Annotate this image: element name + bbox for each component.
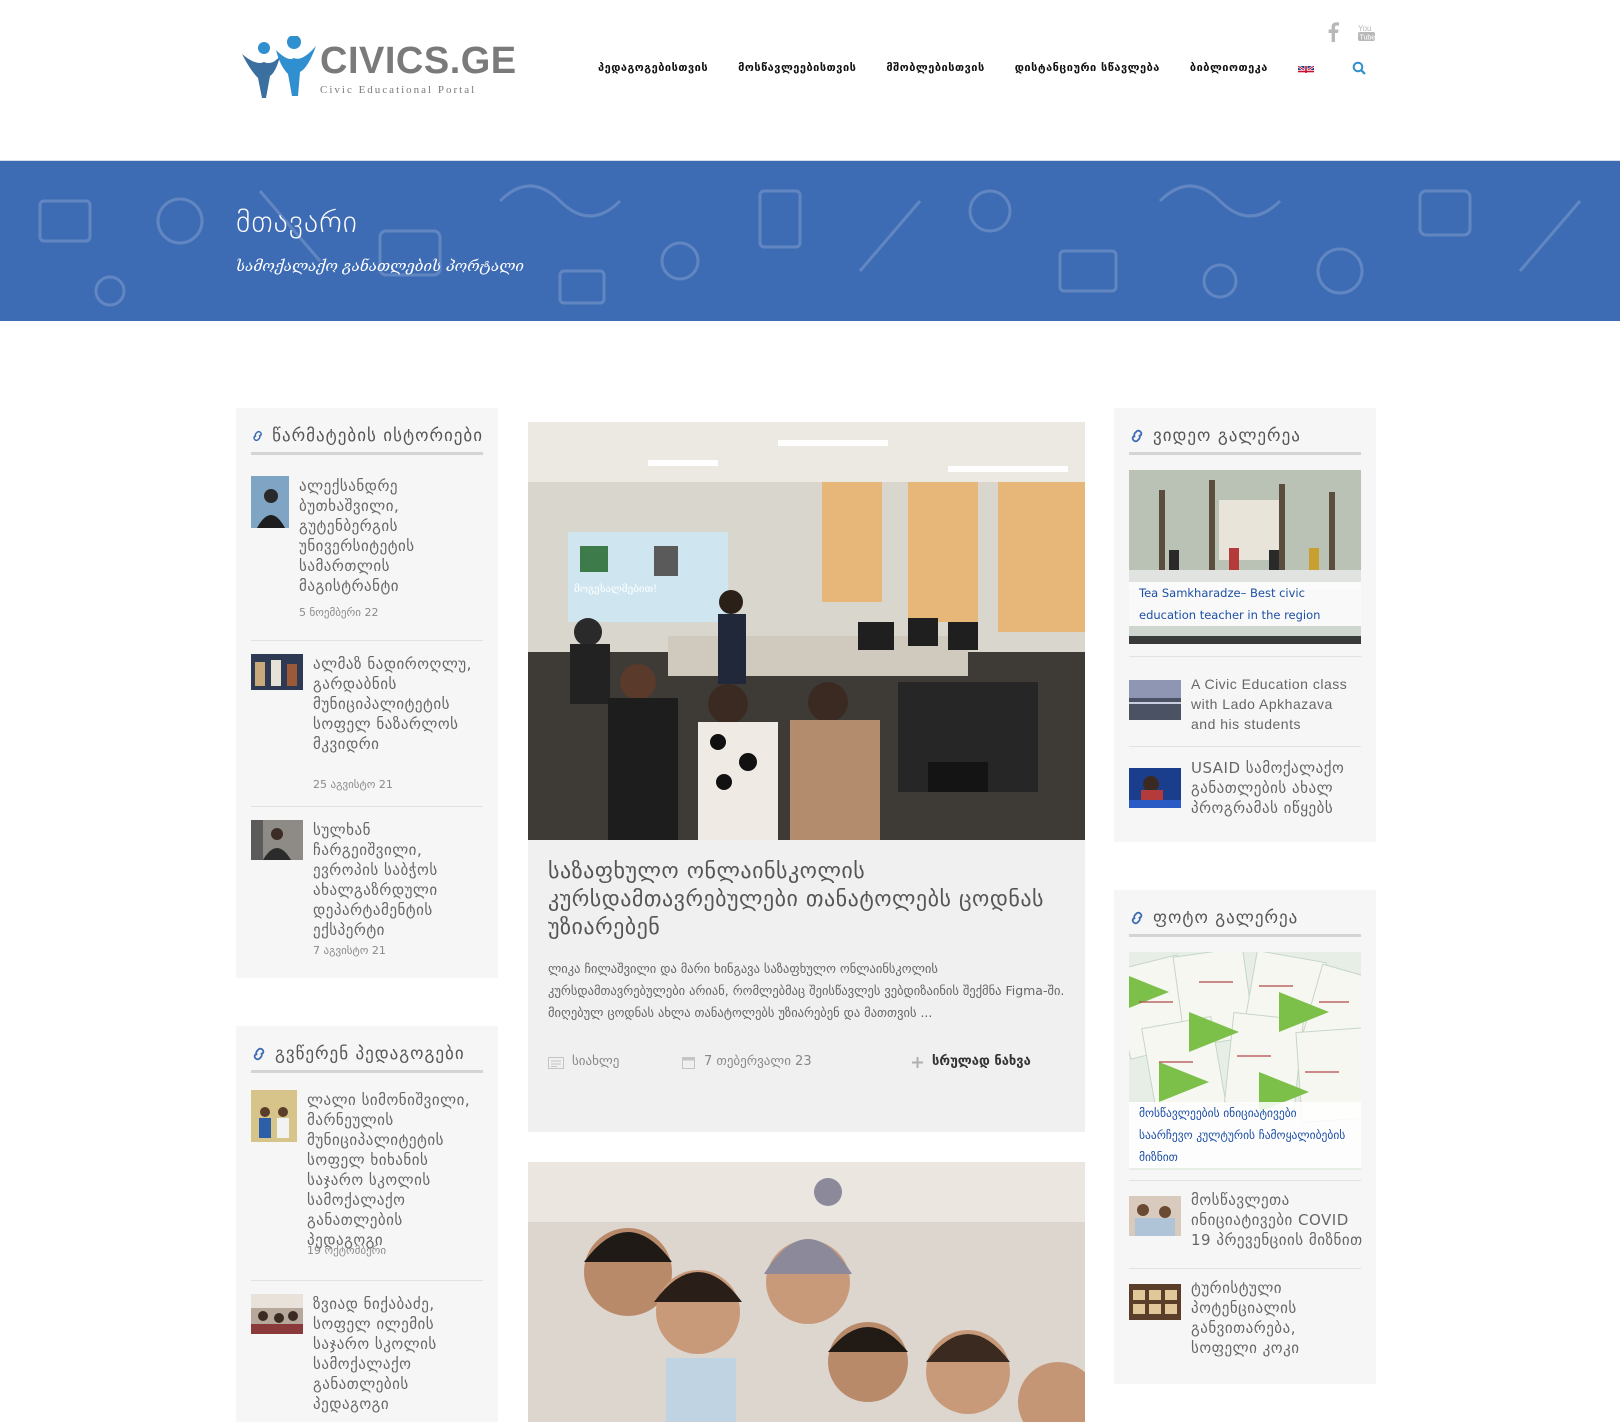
thumbnail-image[interactable] <box>1129 768 1181 808</box>
item-date: 5 ნოემბერი 22 <box>299 606 379 619</box>
youtube-icon[interactable]: You Tube <box>1358 22 1376 46</box>
nav-library[interactable]: ბიბლიოთეკა <box>1190 61 1268 74</box>
list-item[interactable]: USAID სამოქალაქო განათლების ახალ პროგრამ… <box>1129 758 1361 828</box>
divider <box>1129 656 1361 657</box>
divider <box>251 806 483 807</box>
item-title[interactable]: ლალი სიმონიშვილი, მარნეულის მუნიციპალიტე… <box>307 1090 482 1250</box>
read-more-link[interactable]: სრულად ნახვა <box>932 1054 1031 1069</box>
nav-students[interactable]: მოსწავლეებისთვის <box>738 61 856 74</box>
logo-title: CIVICS.GE <box>320 40 517 82</box>
logo-subtitle: Civic Educational Portal <box>320 84 477 96</box>
featured-video[interactable]: Tea Samkharadze– Best civic education te… <box>1129 470 1361 644</box>
divider <box>1129 1180 1361 1181</box>
thumbnail-image[interactable] <box>251 654 303 690</box>
video-gallery-widget: ვიდეო გალერეა Tea Samkharadze– Best civi… <box>1114 408 1376 842</box>
divider <box>1129 1268 1361 1269</box>
list-item[interactable]: A Civic Education class with Lado Apkhaz… <box>1129 668 1361 744</box>
facebook-icon[interactable] <box>1326 22 1340 46</box>
list-item[interactable]: სულხან ჩარგეიშვილი, ევროპის საბჭოს ახალგ… <box>251 820 483 960</box>
page-title: მთავარი <box>236 205 358 240</box>
article-excerpt: ლიკა ჩილაშვილი და მარი ხინგავა საზაფხულო… <box>548 961 1065 1020</box>
site-logo[interactable]: CIVICS.GE Civic Educational Portal <box>236 35 516 100</box>
article-title[interactable]: საზაფხულო ონლაინსკოლის კურსდამთავრებულებ… <box>548 858 1068 942</box>
main-nav: პედაგოგებისთვის მოსწავლეებისთვის მშობლებ… <box>598 60 1366 75</box>
list-item[interactable]: ლალი სიმონიშვილი, მარნეულის მუნიციპალიტე… <box>251 1090 483 1260</box>
item-title[interactable]: USAID სამოქალაქო განათლების ახალ პროგრამ… <box>1191 758 1361 818</box>
thumbnail-image[interactable] <box>251 1294 303 1334</box>
page-banner: მთავარი სამოქალაქო განათლების პორტალი <box>0 160 1620 321</box>
photo-gallery-widget: ფოტო გალერეა მოსწავლეების ინიციატივები ს… <box>1114 890 1376 1384</box>
widget-title: ფოტო გალერეა <box>1153 908 1299 928</box>
logo-figures-icon <box>242 35 316 98</box>
article-meta: სიახლე 7 თებერვალი 23 სრულად ნახვა <box>548 1052 1068 1076</box>
item-date: 25 აგვისტო 21 <box>313 778 393 791</box>
plus-icon <box>912 1057 923 1068</box>
projected-slide-text: მოგესალმებით! <box>574 584 657 595</box>
widget-title: წარმატების ისტორიები <box>272 426 483 446</box>
link-icon <box>253 430 262 442</box>
list-item[interactable]: ტურისტული პოტენციალის განვითარება, სოფელ… <box>1129 1278 1361 1368</box>
article-card: მოგესალმებით! საზაფხულო ონლაინსკოლის კურ… <box>528 422 1085 1132</box>
thumbnail-image[interactable] <box>251 820 303 860</box>
teachers-write-widget: გვწერენ პედაგოგები ლალი სიმონიშვილი, მარ… <box>236 1026 498 1422</box>
item-title[interactable]: ალმაზ ნადიროღლუ, გარდაბნის მუნიციპალიტეტ… <box>313 654 473 754</box>
article-card-2-image[interactable] <box>528 1162 1085 1422</box>
item-date: 19 ოქტომბერი <box>307 1244 387 1257</box>
thumbnail-image[interactable] <box>1129 1284 1181 1320</box>
item-date: 7 აგვისტო 21 <box>313 944 386 957</box>
article-category[interactable]: სიახლე <box>572 1054 619 1069</box>
success-stories-widget: წარმატების ისტორიები ალექსანდრე ბუთხაშვი… <box>236 408 498 978</box>
item-title[interactable]: ალექსანდრე ბუთხაშვილი, გუტენბერგის უნივე… <box>299 476 429 596</box>
list-item[interactable]: ალმაზ ნადიროღლუ, გარდაბნის მუნიციპალიტეტ… <box>251 654 483 794</box>
link-icon <box>1131 429 1143 443</box>
nav-teachers[interactable]: პედაგოგებისთვის <box>598 61 708 74</box>
thumbnail-image[interactable] <box>251 1090 297 1142</box>
widget-title: გვწერენ პედაგოგები <box>275 1044 465 1064</box>
item-title[interactable]: ტურისტული პოტენციალის განვითარება, სოფელ… <box>1191 1278 1366 1358</box>
link-icon <box>253 1047 265 1061</box>
item-title[interactable]: მოსწავლეთა ინიციატივები COVID 19 პრევენც… <box>1191 1190 1366 1250</box>
school-doodle-pattern <box>38 184 1582 307</box>
list-item[interactable]: მოსწავლეთა ინიციატივები COVID 19 პრევენც… <box>1129 1190 1362 1266</box>
calendar-icon <box>682 1057 695 1069</box>
divider <box>251 1280 483 1281</box>
featured-video-caption[interactable]: Tea Samkharadze– Best civic education te… <box>1129 582 1361 626</box>
widget-title: ვიდეო გალერეა <box>1153 426 1301 446</box>
site-header: CIVICS.GE Civic Educational Portal You Tu… <box>0 0 1620 160</box>
page-subtitle: სამოქალაქო განათლების პორტალი <box>236 257 524 275</box>
svg-text:You: You <box>1358 24 1372 33</box>
widget-header: წარმატების ისტორიები <box>251 420 483 455</box>
widget-header: გვწერენ პედაგოგები <box>251 1038 483 1073</box>
article-date: 7 თებერვალი 23 <box>704 1054 812 1069</box>
uk-flag-icon[interactable] <box>1297 62 1314 73</box>
featured-photo[interactable]: მოსწავლეების ინიციატივები საარჩევო კულტუ… <box>1129 952 1361 1170</box>
thumbnail-image[interactable] <box>1129 680 1181 720</box>
divider <box>1129 746 1361 747</box>
divider <box>251 640 483 641</box>
newspaper-icon <box>548 1057 564 1069</box>
nav-parents[interactable]: მშობლებისთვის <box>886 61 984 74</box>
widget-header: ფოტო გალერეა <box>1129 902 1361 937</box>
list-item[interactable]: ზვიად ნიქაბაძე, სოფელ ილემის საჯარო სკოლ… <box>251 1294 483 1422</box>
list-item[interactable]: ალექსანდრე ბუთხაშვილი, გუტენბერგის უნივე… <box>251 476 483 626</box>
thumbnail-image[interactable] <box>251 476 289 528</box>
widget-header: ვიდეო გალერეა <box>1129 420 1361 455</box>
search-icon[interactable] <box>1352 60 1366 75</box>
article-image[interactable]: მოგესალმებით! <box>528 422 1085 840</box>
thumbnail-image[interactable] <box>1129 1196 1181 1236</box>
item-title[interactable]: A Civic Education class with Lado Apkhaz… <box>1191 674 1361 734</box>
svg-text:Tube: Tube <box>1360 35 1376 42</box>
link-icon <box>1131 911 1143 925</box>
nav-distance-learning[interactable]: დისტანციური სწავლება <box>1015 61 1160 74</box>
item-title[interactable]: ზვიად ნიქაბაძე, სოფელ ილემის საჯარო სკოლ… <box>313 1294 473 1414</box>
featured-photo-caption[interactable]: მოსწავლეების ინიციატივები საარჩევო კულტუ… <box>1129 1102 1361 1168</box>
item-title[interactable]: სულხან ჩარგეიშვილი, ევროპის საბჭოს ახალგ… <box>313 820 483 940</box>
